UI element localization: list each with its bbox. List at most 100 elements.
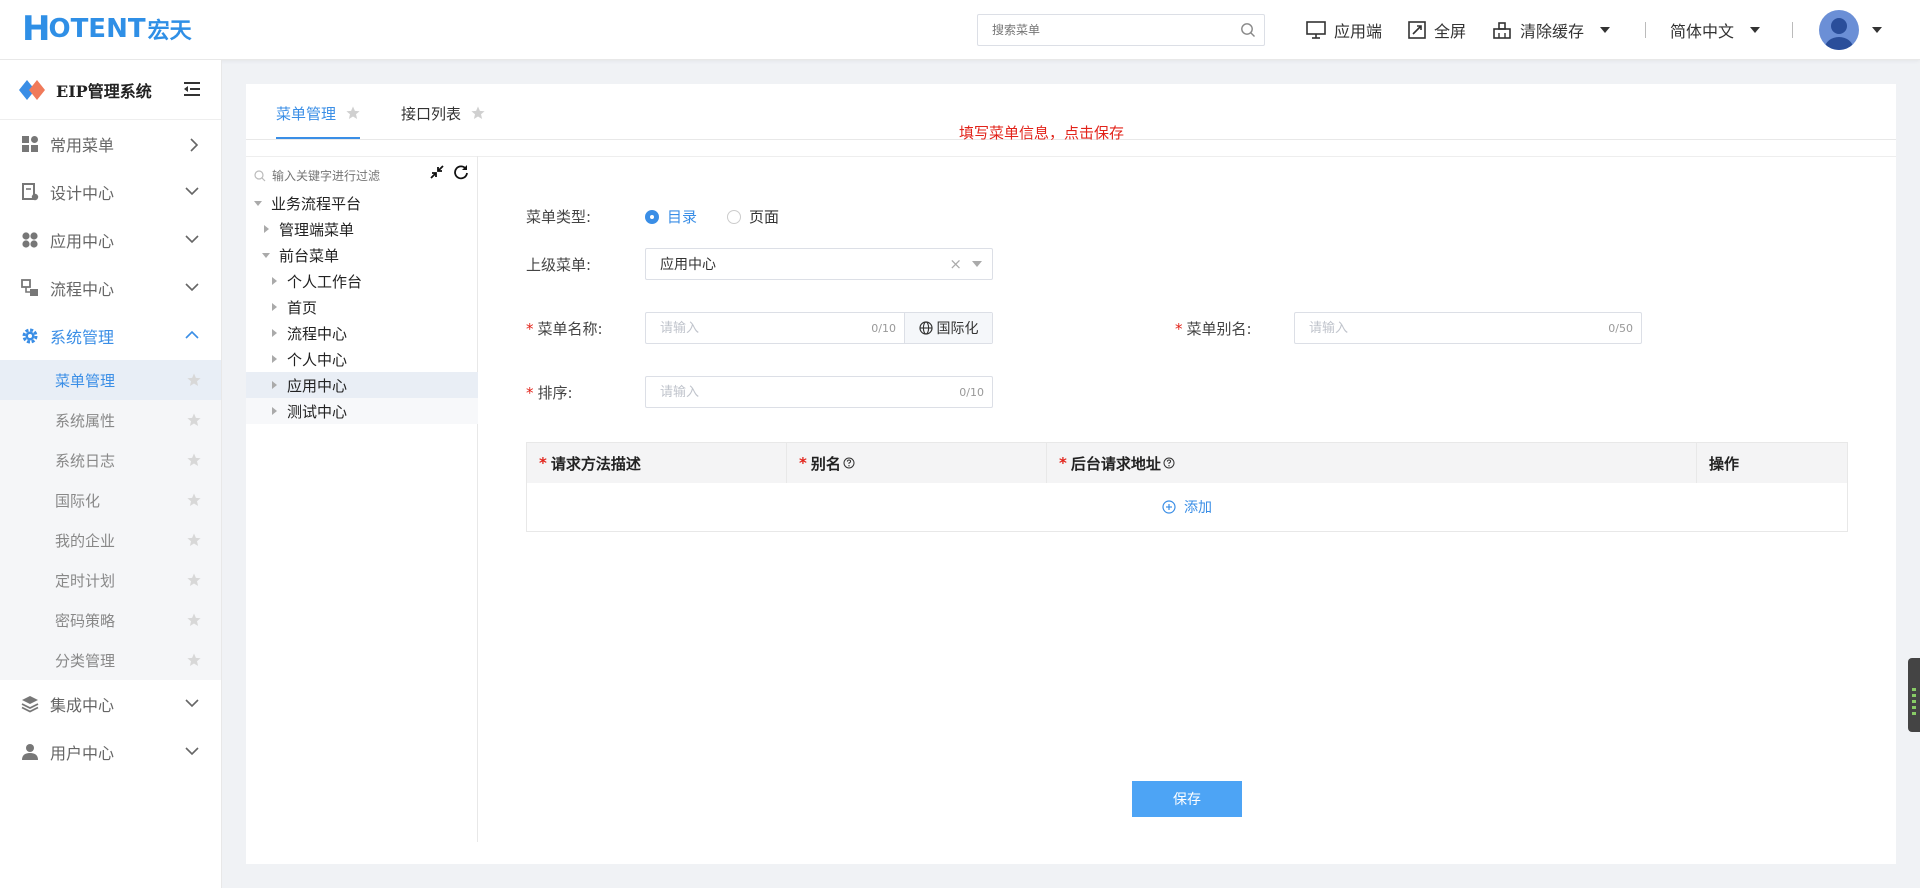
collapsed-caret-icon[interactable] (272, 303, 277, 311)
menu-alias-field[interactable]: 0/50 (1294, 312, 1642, 344)
tree-node[interactable]: 管理端菜单 (246, 216, 478, 242)
user-icon (20, 742, 40, 762)
subitem-label: 密码策略 (55, 611, 116, 630)
tab-api-list[interactable]: 接口列表 (401, 101, 485, 125)
tab-menu-management[interactable]: 菜单管理 (276, 101, 360, 125)
sidebar-item-design-center[interactable]: 设计中心 (0, 168, 221, 216)
search-icon[interactable] (1240, 22, 1256, 38)
help-icon[interactable] (1163, 457, 1175, 469)
clear-cache-button[interactable]: 清除缓存 (1492, 18, 1611, 42)
subitem-label: 分类管理 (55, 651, 116, 670)
collapse-all-icon[interactable] (429, 164, 445, 180)
star-icon[interactable] (187, 413, 201, 427)
refresh-icon[interactable] (453, 164, 469, 180)
sidebar-item-integration-center[interactable]: 集成中心 (0, 680, 221, 728)
side-drawer-handle[interactable] (1908, 658, 1920, 732)
tree-node[interactable]: 流程中心 (246, 320, 478, 346)
sidebar-subitem-system-properties[interactable]: 系统属性 (0, 400, 221, 440)
apps-icon (20, 230, 40, 250)
label-text: 菜单别名: (1186, 320, 1252, 338)
sidebar-item-common-menu[interactable]: 常用菜单 (0, 120, 221, 168)
star-icon[interactable] (187, 373, 201, 387)
column-header: * 后台请求地址 (1047, 443, 1697, 483)
menu-search-input[interactable] (992, 15, 1232, 45)
tree-node[interactable]: 个人工作台 (246, 268, 478, 294)
hotent-logo[interactable]: H OTENT 宏天 (22, 12, 192, 46)
tree-node-label: 应用中心 (287, 376, 348, 395)
menu-search[interactable] (977, 14, 1265, 46)
sidebar-item-label: 设计中心 (50, 184, 115, 203)
sidebar-item-system-management[interactable]: 系统管理 (0, 312, 221, 360)
tree-tools (429, 164, 469, 180)
add-row-button[interactable]: 添加 (527, 483, 1847, 531)
app-end-button[interactable]: 应用端 (1306, 18, 1382, 42)
sidebar-item-app-center[interactable]: 应用中心 (0, 216, 221, 264)
menu-type-radio-page[interactable]: 页面 (727, 206, 779, 227)
star-icon[interactable] (471, 106, 485, 120)
sidebar-subitem-password-policy[interactable]: 密码策略 (0, 600, 221, 640)
sidebar-item-user-center[interactable]: 用户中心 (0, 728, 221, 776)
header-text: 请求方法描述 (550, 454, 641, 473)
sidebar-item-flow-center[interactable]: 流程中心 (0, 264, 221, 312)
tree-node[interactable]: 个人中心 (246, 346, 478, 372)
tree-node-selected[interactable]: 应用中心 (246, 372, 478, 398)
menu-type-radio-directory[interactable]: 目录 (645, 206, 697, 227)
globe-icon (918, 321, 933, 335)
sidebar-subitem-scheduled-tasks[interactable]: 定时计划 (0, 560, 221, 600)
user-avatar[interactable] (1819, 10, 1859, 50)
expanded-caret-icon[interactable] (254, 200, 262, 206)
expanded-caret-icon[interactable] (262, 252, 270, 258)
star-icon[interactable] (187, 493, 201, 507)
clear-icon[interactable]: × (949, 255, 962, 273)
save-button[interactable]: 保存 (1132, 781, 1242, 817)
collapsed-caret-icon[interactable] (272, 355, 277, 363)
star-icon[interactable] (187, 613, 201, 627)
required-mark: * (1175, 320, 1183, 338)
menu-name-input[interactable] (646, 313, 872, 343)
sidebar-item-label: 用户中心 (50, 744, 115, 763)
sidebar-subitem-system-logs[interactable]: 系统日志 (0, 440, 221, 480)
monitor-icon (1306, 21, 1326, 39)
menu-alias-label: * 菜单别名: (1175, 318, 1252, 339)
sidebar-subitem-category-management[interactable]: 分类管理 (0, 640, 221, 680)
collapsed-caret-icon[interactable] (272, 381, 277, 389)
broom-icon (1493, 22, 1511, 39)
gear-icon (20, 326, 40, 346)
sidebar-subitem-menu-management[interactable]: 菜单管理 (0, 360, 221, 400)
sidebar-subitem-i18n[interactable]: 国际化 (0, 480, 221, 520)
language-select[interactable]: 简体中文 (1670, 18, 1761, 42)
collapsed-caret-icon[interactable] (272, 329, 277, 337)
chevron-down-icon[interactable] (972, 261, 982, 267)
star-icon[interactable] (187, 533, 201, 547)
collapsed-caret-icon[interactable] (264, 225, 269, 233)
star-icon[interactable] (187, 573, 201, 587)
sort-input[interactable] (646, 377, 960, 407)
parent-menu-value[interactable] (646, 249, 950, 279)
parent-menu-select[interactable]: × (645, 248, 993, 280)
tree-node[interactable]: 前台菜单 (246, 242, 478, 268)
fullscreen-button[interactable]: 全屏 (1408, 18, 1466, 42)
sidebar-subitem-my-enterprise[interactable]: 我的企业 (0, 520, 221, 560)
tree-node[interactable]: 首页 (246, 294, 478, 320)
star-icon[interactable] (187, 453, 201, 467)
sort-field[interactable]: 0/10 (645, 376, 993, 408)
collapsed-caret-icon[interactable] (272, 277, 277, 285)
star-icon[interactable] (187, 653, 201, 667)
i18n-button[interactable]: 国际化 (904, 313, 992, 343)
collapse-sidebar-icon[interactable] (183, 81, 201, 97)
label-text: 排序: (537, 384, 573, 402)
menu-alias-input[interactable] (1295, 313, 1609, 343)
collapsed-caret-icon[interactable] (272, 407, 277, 415)
star-icon[interactable] (346, 106, 360, 120)
user-menu-chevron-icon[interactable] (1872, 27, 1882, 33)
tree-node[interactable]: 测试中心 (246, 398, 478, 424)
menu-name-field[interactable]: 0/10 国际化 (645, 312, 993, 344)
tree-node-label: 个人中心 (287, 350, 348, 369)
top-header: H OTENT 宏天 应用端 全屏 清除缓存 简体中文 (0, 0, 1920, 60)
help-icon[interactable] (843, 457, 855, 469)
required-mark: * (1059, 454, 1067, 472)
tab-label: 接口列表 (401, 104, 462, 123)
tree-node[interactable]: 业务流程平台 (246, 190, 478, 216)
tree-node-label: 管理端菜单 (279, 220, 355, 239)
tree-filter-input[interactable] (272, 169, 422, 183)
